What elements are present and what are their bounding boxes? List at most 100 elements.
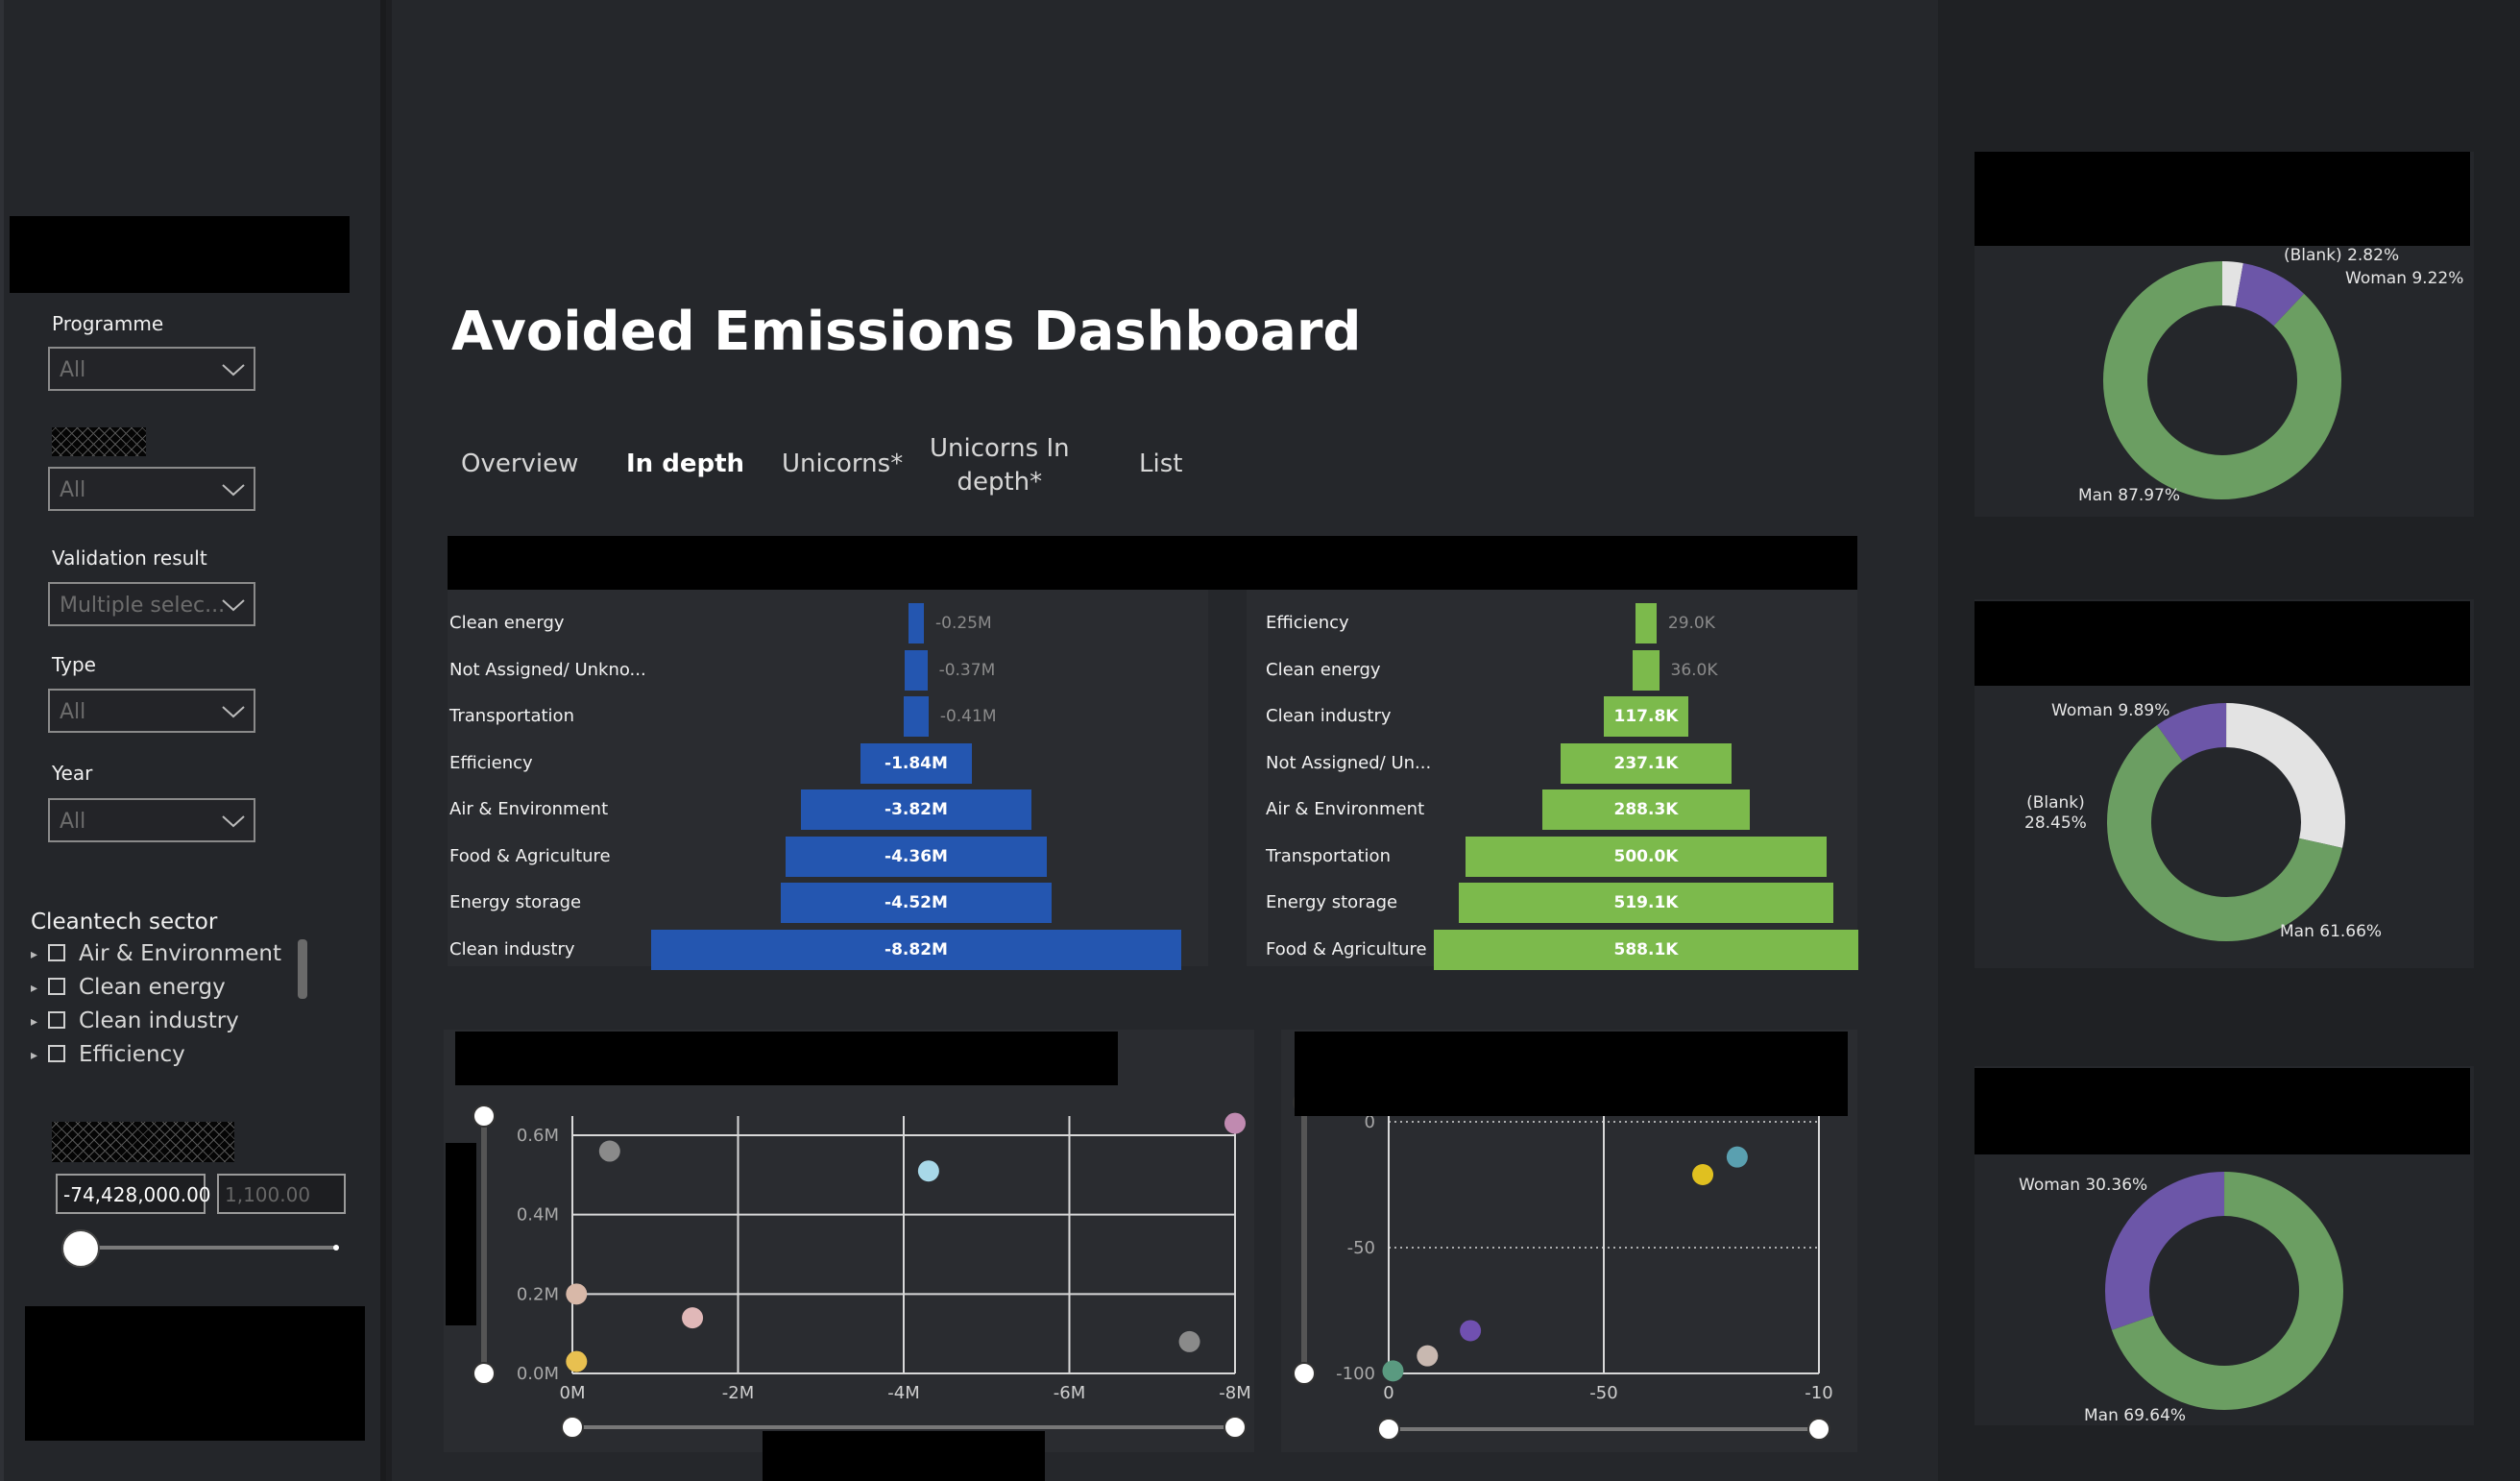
checkbox[interactable]	[48, 1011, 65, 1029]
redacted-scatter-title-1	[455, 1032, 1118, 1085]
funnel-bar-value: -8.82M	[884, 939, 948, 959]
funnel-category-label: Transportation	[449, 706, 574, 726]
scatter-point[interactable]	[1224, 1112, 1246, 1134]
type-dropdown[interactable]: All	[48, 689, 255, 733]
funnel-bar[interactable]	[909, 603, 924, 643]
funnel-bar-value: 36.0K	[1670, 660, 1718, 680]
scatter-point[interactable]	[1460, 1320, 1482, 1342]
scatter-point[interactable]	[598, 1140, 620, 1162]
range-slider-track[interactable]	[79, 1246, 338, 1250]
funnel-category-label: Clean energy	[1266, 659, 1381, 680]
funnel-category-label: Energy storage	[1266, 892, 1398, 912]
funnel-category-label: Efficiency	[449, 752, 533, 773]
scatter-point[interactable]	[566, 1283, 588, 1305]
funnel-bar-value: -1.84M	[884, 753, 948, 773]
chevron-down-icon	[222, 815, 245, 828]
scatter-point[interactable]	[682, 1307, 704, 1329]
y-zoom-slider-handle[interactable]	[472, 1105, 496, 1128]
scatter-point[interactable]	[1417, 1345, 1439, 1367]
x-tick-label: -10	[1805, 1383, 1832, 1403]
scatter-point[interactable]	[917, 1160, 939, 1182]
funnel-bar[interactable]	[905, 649, 928, 691]
tab-unicorns[interactable]: Unicorns*	[782, 449, 903, 478]
x-zoom-slider-handle[interactable]	[1807, 1418, 1830, 1441]
donut-slice[interactable]	[2225, 703, 2345, 848]
checkbox[interactable]	[48, 978, 65, 995]
donut-slice[interactable]	[2103, 261, 2341, 499]
chevron-down-icon	[222, 706, 245, 718]
scatter-point[interactable]	[1382, 1360, 1404, 1382]
tab-overview[interactable]: Overview	[461, 449, 578, 478]
funnel-category-label: Air & Environment	[1266, 799, 1425, 819]
y-zoom-slider-handle[interactable]	[472, 1362, 496, 1385]
programme-dropdown[interactable]: All	[48, 347, 255, 391]
donut-slice[interactable]	[2156, 702, 2227, 762]
redacted-donut-title-2	[1975, 601, 2470, 686]
redacted-funnel-titles	[448, 536, 1857, 590]
scatter-point[interactable]	[1726, 1146, 1748, 1168]
range-slider-thumb[interactable]	[61, 1229, 100, 1268]
redacted-scatter-ylabel-1	[446, 1143, 476, 1325]
funnel-bar-value: 588.1K	[1613, 939, 1679, 959]
type-value: All	[60, 700, 86, 724]
checkbox[interactable]	[48, 944, 65, 961]
funnel-bar-value: -4.52M	[884, 893, 948, 912]
range-max-input[interactable]: 1,100.00	[217, 1174, 346, 1214]
donut-slice[interactable]	[2234, 262, 2305, 327]
funnel-category-label: Not Assigned/ Un...	[1266, 752, 1432, 773]
funnel-bar[interactable]	[904, 696, 929, 737]
funnel-bar-value: -0.41M	[939, 707, 997, 726]
y-zoom-slider-handle[interactable]	[1293, 1362, 1316, 1385]
redacted-donut-title-3	[1975, 1068, 2470, 1154]
y-tick-label: 0.4M	[517, 1205, 559, 1226]
redacted-scatter-title-2	[1295, 1032, 1848, 1116]
hidden-filter-value: All	[60, 478, 86, 502]
expand-icon[interactable]: ▸	[31, 981, 37, 996]
range-min-input[interactable]: -74,428,000.00	[56, 1174, 211, 1214]
funnel-bar[interactable]	[1633, 649, 1660, 691]
y-tick-label: 0.6M	[517, 1126, 559, 1146]
programme-label: Programme	[52, 312, 164, 335]
donut1-label-woman: Woman 9.22%	[2345, 269, 2464, 288]
funnel-category-label: Energy storage	[449, 892, 582, 912]
funnel-category-label: Not Assigned/ Unkno...	[449, 659, 646, 680]
donut2-label-blank: (Blank) 28.45%	[2024, 793, 2087, 833]
redacted-range-label	[52, 1122, 234, 1162]
x-zoom-slider-handle[interactable]	[1377, 1418, 1400, 1441]
funnel-bar[interactable]	[1636, 603, 1657, 643]
redacted-footer	[25, 1306, 365, 1441]
year-dropdown[interactable]: All	[48, 798, 255, 842]
funnel-category-label: Food & Agriculture	[449, 845, 611, 866]
expand-icon[interactable]: ▸	[31, 1048, 37, 1063]
expand-icon[interactable]: ▸	[31, 1014, 37, 1030]
donut-slice[interactable]	[2105, 1172, 2225, 1330]
scatter-point[interactable]	[1178, 1330, 1200, 1352]
scatter-point[interactable]	[1692, 1164, 1714, 1186]
x-zoom-slider-handle[interactable]	[1224, 1416, 1247, 1439]
sector-scrollbar[interactable]	[298, 939, 307, 999]
funnel-category-label: Food & Agriculture	[1266, 938, 1427, 959]
scatter-point[interactable]	[566, 1350, 588, 1372]
checkbox[interactable]	[48, 1045, 65, 1062]
donut2-label-man: Man 61.66%	[2280, 922, 2383, 941]
hidden-filter-dropdown[interactable]: All	[48, 467, 255, 511]
x-tick-label: 0	[1383, 1383, 1393, 1403]
donut-slice[interactable]	[2221, 261, 2243, 307]
x-tick-label: -6M	[1054, 1383, 1085, 1403]
expand-icon[interactable]: ▸	[31, 947, 37, 962]
funnel-category-label: Transportation	[1266, 845, 1391, 866]
type-label: Type	[52, 653, 96, 676]
donut1-label-blank: (Blank) 2.82%	[2284, 246, 2400, 265]
x-zoom-slider-handle[interactable]	[561, 1416, 584, 1439]
tab-in-depth[interactable]: In depth	[626, 449, 744, 478]
range-slider-end[interactable]	[333, 1245, 339, 1250]
chevron-down-icon	[222, 599, 245, 612]
tab-unicorns-in-depth[interactable]: Unicorns In depth*	[930, 432, 1070, 499]
chevron-down-icon	[222, 364, 245, 376]
funnel-bar-value: 237.1K	[1613, 753, 1679, 773]
validation-label: Validation result	[52, 546, 207, 570]
tab-list[interactable]: List	[1139, 449, 1182, 478]
funnel-bar-value: 519.1K	[1613, 893, 1679, 912]
validation-dropdown[interactable]: Multiple selec...	[48, 582, 255, 626]
funnel-bar-value: -3.82M	[884, 800, 948, 819]
